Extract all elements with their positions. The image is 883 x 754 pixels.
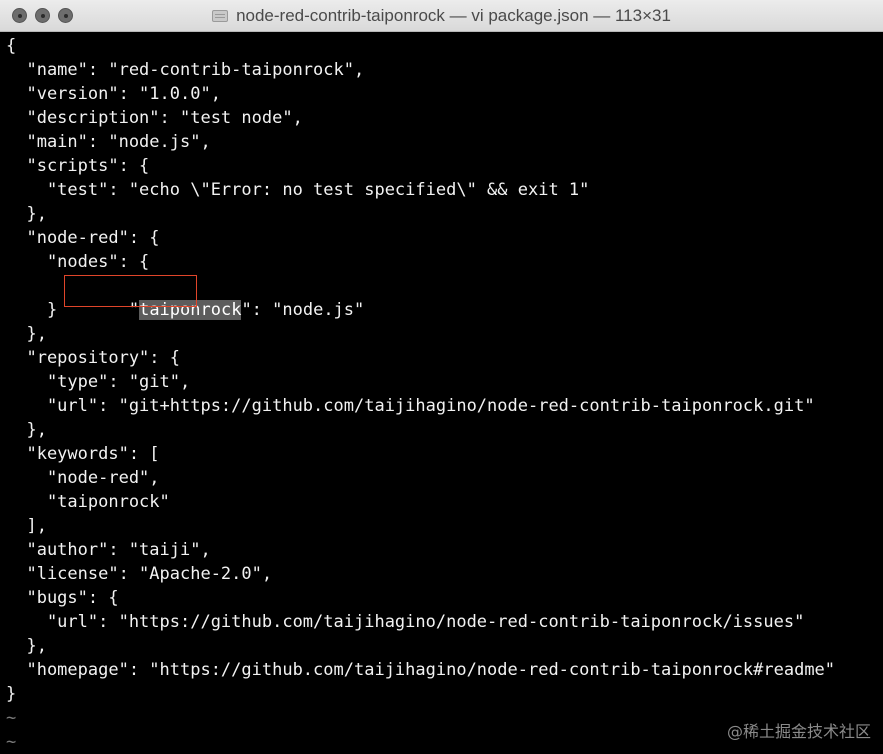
terminal-content[interactable]: { "name": "red-contrib-taiponrock", "ver… (6, 34, 883, 752)
folder-icon (212, 9, 229, 22)
terminal-window: node-red-contrib-taiponrock — vi package… (0, 0, 883, 752)
watermark: @稀土掘金技术社区 (726, 722, 871, 741)
code-line: "license": "Apache-2.0", (6, 564, 273, 584)
code-line: "nodes": { (6, 252, 150, 272)
code-line: ], (6, 516, 47, 536)
highlighted-code-line: "taiponrock": "node.js" (6, 274, 883, 320)
code-line: } (6, 300, 58, 320)
code-line: "name": "red-contrib-taiponrock", (6, 60, 365, 80)
code-line: "author": "taiji", (6, 540, 211, 560)
code-line: "keywords": [ (6, 444, 160, 464)
title-bar: node-red-contrib-taiponrock — vi package… (0, 0, 883, 32)
code-line: }, (6, 204, 47, 224)
code-line: "node-red", (6, 468, 160, 488)
code-line: "scripts": { (6, 156, 150, 176)
code-line: }, (6, 420, 47, 440)
code-line: "repository": { (6, 348, 180, 368)
code-line: "node-red": { (6, 228, 160, 248)
code-line: "homepage": "https://github.com/taijihag… (6, 660, 836, 680)
code-line: "description": "test node", (6, 108, 303, 128)
code-line: "test": "echo \"Error: no test specified… (6, 180, 590, 200)
code-line: "type": "git", (6, 372, 191, 392)
code-line: "taiponrock" (6, 492, 170, 512)
window-title-area: node-red-contrib-taiponrock — vi package… (0, 0, 883, 31)
window-title: node-red-contrib-taiponrock — vi package… (236, 5, 671, 25)
code-line: }, (6, 324, 47, 344)
code-line: "main": "node.js", (6, 132, 211, 152)
code-line: "url": "git+https://github.com/taijihagi… (6, 396, 815, 416)
code-line: } (6, 684, 17, 704)
code-line: "url": "https://github.com/taijihagino/n… (6, 612, 805, 632)
code-line: "version": "1.0.0", (6, 84, 221, 104)
code-line: }, (6, 636, 47, 656)
code-line: { (6, 36, 17, 56)
code-line: "bugs": { (6, 588, 119, 608)
